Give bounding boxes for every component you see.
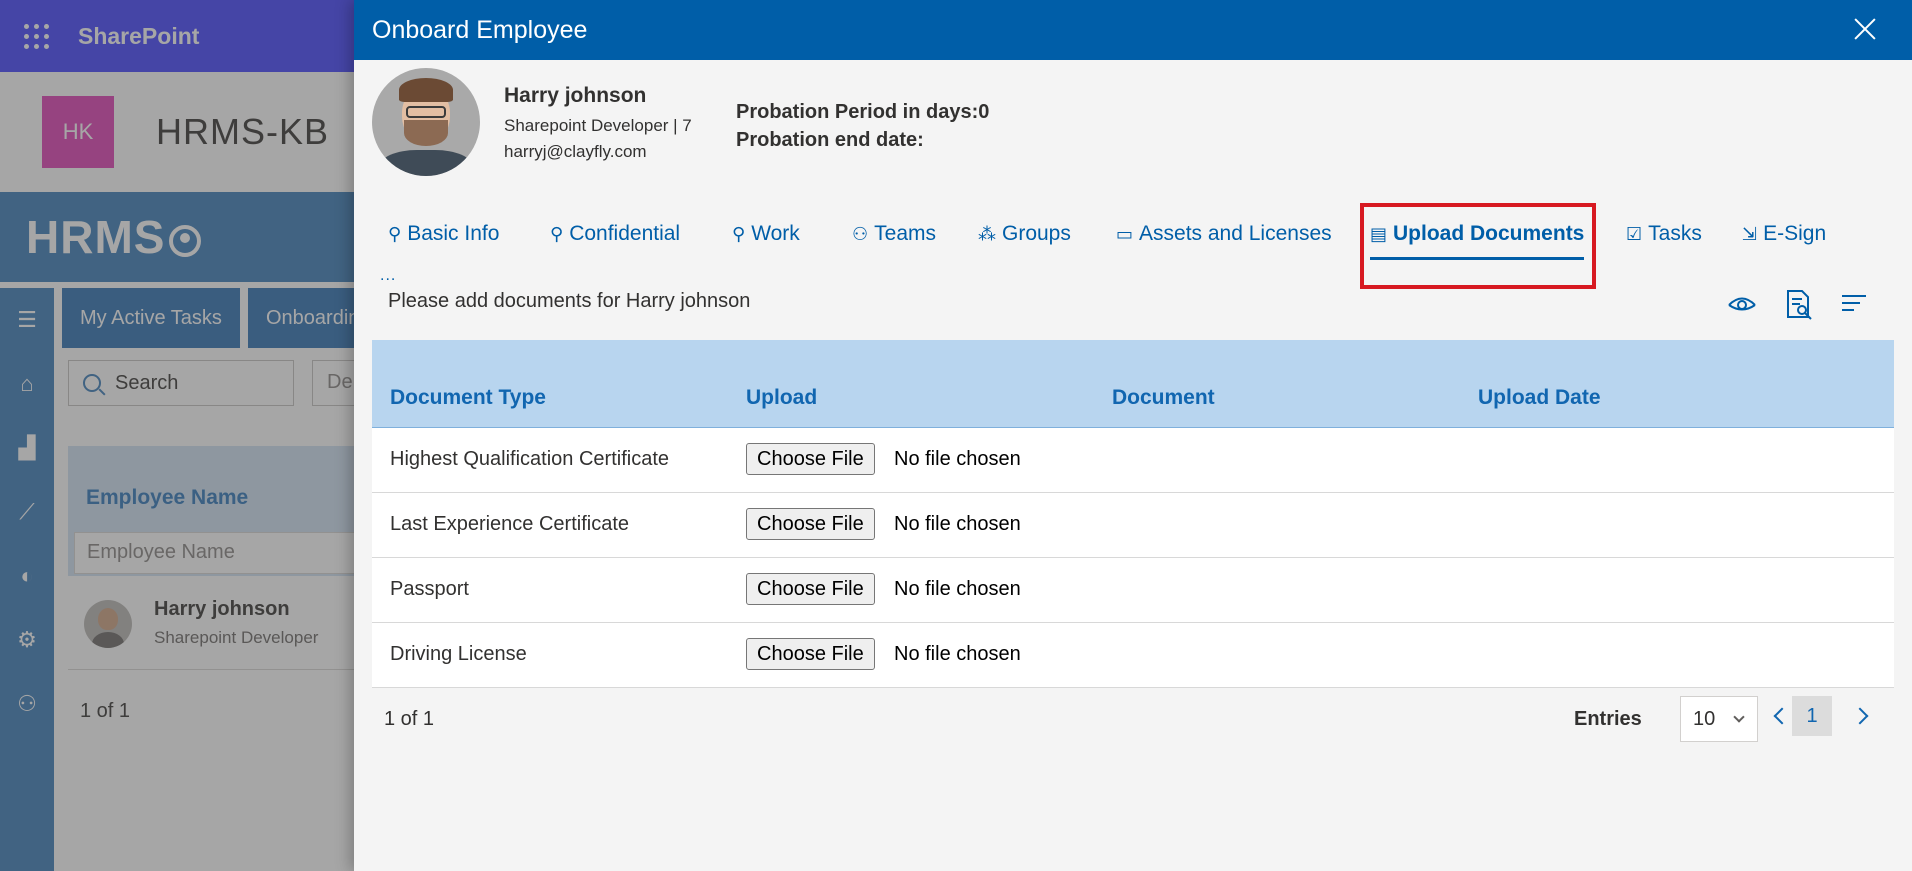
checkbox-icon: ☑ [1626,223,1643,244]
column-document: Document [1112,386,1215,409]
entries-value: 10 [1693,708,1716,730]
entries-label: Entries [1574,708,1642,730]
document-type: Highest Qualification Certificate [390,448,670,470]
tab-label: Basic Info [407,222,500,245]
close-icon[interactable] [1852,16,1878,42]
document-type: Passport [390,578,469,600]
tab-label: Assets and Licenses [1139,222,1332,245]
column-upload: Upload [746,386,818,409]
tab-upload-documents[interactable]: ▤ Upload Documents [1370,214,1585,260]
documents-toolbar: Please add documents for Harry johnson [354,276,1912,336]
tab-groups[interactable]: ⁂ Groups [978,214,1071,254]
tab-bar: ⚲ Basic Info ⚲ Confidential ⚲ Work ⚇ Teams ⁂… [354,178,1912,289]
column-upload-date: Upload Date [1478,386,1601,409]
choose-file-button[interactable]: Choose File [746,573,875,605]
onboard-employee-panel: Onboard Employee Harry johnson Sharepoin… [354,0,1912,871]
tab-label: Upload Documents [1393,222,1585,245]
table-row: Last Experience Certificate Choose File … [372,493,1894,558]
app: SharePoint HK HRMS-KB HRMS ☰ ⌂ ▟ ⟋ ◐ ⚙ ⚇… [0,0,1912,871]
tab-assets-and-licenses[interactable]: ▭ Assets and Licenses [1116,214,1332,254]
entries-dropdown[interactable]: 10 [1680,696,1758,742]
probation-period: Probation Period in days:0 [736,101,990,123]
tab-tasks[interactable]: ☑ Tasks [1626,214,1702,254]
tab-label: Groups [1002,222,1071,245]
tab-basic-info[interactable]: ⚲ Basic Info [388,214,499,254]
panel-title: Onboard Employee [372,15,588,44]
choose-file-button[interactable]: Choose File [746,508,875,540]
documents-table: Document Type Upload Document Upload Dat… [372,340,1894,688]
table-row: Driving License Choose File No file chos… [372,623,1894,688]
table-row: Passport Choose File No file chosen [372,558,1894,623]
table-row: Highest Qualification Certificate Choose… [372,428,1894,493]
table-header: Document Type Upload Document Upload Dat… [372,340,1894,428]
employee-name: Harry johnson [504,84,647,107]
probation-end-date: Probation end date: [736,129,924,151]
choose-file-button[interactable]: Choose File [746,638,875,670]
tab-label: Tasks [1648,222,1702,245]
employee-email: harryj@clayfly.com [504,142,647,161]
chevron-down-icon [1733,711,1745,723]
group-icon: ⁂ [978,223,996,244]
document-type: Driving License [390,643,527,665]
panel-header: Onboard Employee [354,0,1912,60]
employee-role: Sharepoint Developer | 7 [504,116,692,135]
probation-info: Probation Period in days:0 Probation end… [736,98,989,154]
chevron-left-icon[interactable] [1773,707,1791,725]
document-search-icon[interactable] [1782,288,1814,320]
sort-lines-icon[interactable] [1838,288,1870,320]
file-status: No file chosen [894,643,1021,665]
person-info-icon: ⚲ [388,223,402,244]
page-number-button[interactable]: 1 [1792,696,1832,736]
file-status: No file chosen [894,578,1021,600]
document-type: Last Experience Certificate [390,513,630,535]
employee-profile: Harry johnson Sharepoint Developer | 7 h… [354,60,1912,178]
briefcase-icon: ▭ [1116,223,1134,244]
person-work-icon: ⚲ [732,223,746,244]
document-icon: ▤ [1370,223,1388,244]
eye-icon[interactable] [1726,288,1758,320]
documents-message: Please add documents for Harry johnson [388,290,751,312]
person-lock-icon: ⚲ [550,223,564,244]
page-count: 1 of 1 [384,708,435,730]
column-document-type: Document Type [390,386,546,409]
tab-work[interactable]: ⚲ Work [732,214,800,254]
file-status: No file chosen [894,513,1021,535]
tab-teams[interactable]: ⚇ Teams [852,214,936,254]
tab-confidential[interactable]: ⚲ Confidential [550,214,680,254]
sign-icon: ⇲ [1742,223,1758,244]
avatar [372,68,480,176]
tab-label: Work [751,222,800,245]
people-icon: ⚇ [852,223,869,244]
tab-label: E-Sign [1763,222,1827,245]
chevron-right-icon[interactable] [1851,707,1869,725]
tab-label: Confidential [569,222,681,245]
tab-label: Teams [874,222,936,245]
file-status: No file chosen [894,448,1021,470]
tab-e-sign[interactable]: ⇲ E-Sign [1742,214,1826,254]
choose-file-button[interactable]: Choose File [746,443,875,475]
pagination: 1 of 1 Entries 10 1 [372,686,1894,746]
